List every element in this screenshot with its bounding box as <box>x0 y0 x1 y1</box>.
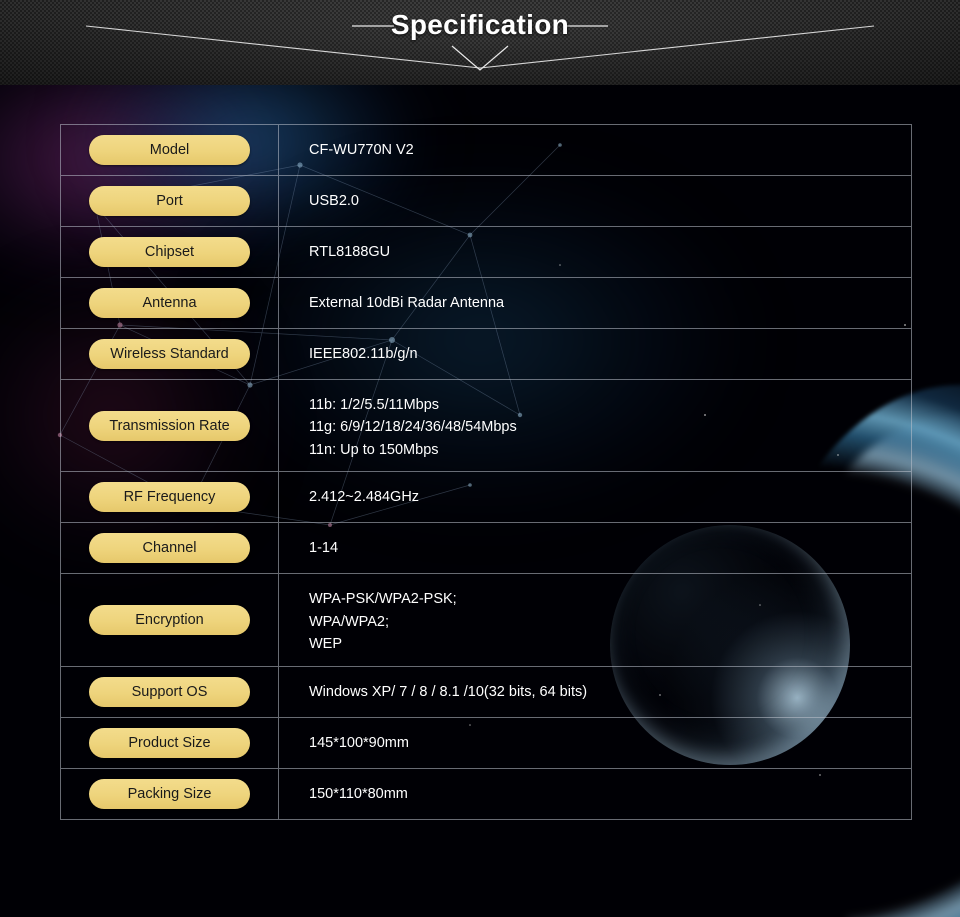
spec-label-cell: Encryption <box>61 574 279 665</box>
spec-label-pill: Encryption <box>89 605 250 635</box>
spec-label-cell: Support OS <box>61 667 279 717</box>
spec-label-pill: Transmission Rate <box>89 411 250 441</box>
spec-value-cell: RTL8188GU <box>279 227 911 277</box>
spec-value-cell: Windows XP/ 7 / 8 / 8.1 /10(32 bits, 64 … <box>279 667 911 717</box>
spec-label-pill: Channel <box>89 533 250 563</box>
table-row: Channel 1-14 <box>61 523 911 574</box>
header-banner: Specification <box>0 0 960 85</box>
spec-label-cell: Channel <box>61 523 279 573</box>
spec-label-cell: RF Frequency <box>61 472 279 522</box>
spec-label-cell: Chipset <box>61 227 279 277</box>
spec-label-pill: Product Size <box>89 728 250 758</box>
spec-value-cell: USB2.0 <box>279 176 911 226</box>
spec-value-cell: WPA-PSK/WPA2-PSK; WPA/WPA2; WEP <box>279 574 911 665</box>
spec-label-pill: Packing Size <box>89 779 250 809</box>
spec-label-pill: RF Frequency <box>89 482 250 512</box>
spec-label-cell: Model <box>61 125 279 175</box>
spec-value-cell: 2.412~2.484GHz <box>279 472 911 522</box>
specification-table: Model CF-WU770N V2 Port USB2.0 Chipset RTL818… <box>60 124 912 820</box>
spec-label-pill: Wireless Standard <box>89 339 250 369</box>
page-title: Specification <box>0 9 960 41</box>
specification-page: Specification <box>0 0 960 917</box>
table-row: Support OS Windows XP/ 7 / 8 / 8.1 /10(32… <box>61 667 911 718</box>
spec-label-cell: Wireless Standard <box>61 329 279 379</box>
spec-label-cell: Packing Size <box>61 769 279 819</box>
table-row: Wireless Standard IEEE802.11b/g/n <box>61 329 911 380</box>
table-row: Antenna External 10dBi Radar Antenna <box>61 278 911 329</box>
spec-value-cell: 11b: 1/2/5.5/11Mbps 11g: 6/9/12/18/24/36… <box>279 380 911 471</box>
table-row: Port USB2.0 <box>61 176 911 227</box>
spec-value-cell: 150*110*80mm <box>279 769 911 819</box>
spec-label-pill: Chipset <box>89 237 250 267</box>
table-row: Encryption WPA-PSK/WPA2-PSK; WPA/WPA2; WE… <box>61 574 911 666</box>
spec-label-pill: Antenna <box>89 288 250 318</box>
spec-value-cell: CF-WU770N V2 <box>279 125 911 175</box>
spec-value-cell: External 10dBi Radar Antenna <box>279 278 911 328</box>
spec-value-cell: IEEE802.11b/g/n <box>279 329 911 379</box>
spec-label-cell: Antenna <box>61 278 279 328</box>
table-row: Product Size 145*100*90mm <box>61 718 911 769</box>
spec-label-pill: Support OS <box>89 677 250 707</box>
spec-label-pill: Port <box>89 186 250 216</box>
spec-label-cell: Transmission Rate <box>61 380 279 471</box>
spec-label-pill: Model <box>89 135 250 165</box>
table-row: Model CF-WU770N V2 <box>61 125 911 176</box>
spec-label-cell: Port <box>61 176 279 226</box>
table-row: Chipset RTL8188GU <box>61 227 911 278</box>
spec-value-cell: 145*100*90mm <box>279 718 911 768</box>
spec-label-cell: Product Size <box>61 718 279 768</box>
table-row: Transmission Rate 11b: 1/2/5.5/11Mbps 11g… <box>61 380 911 472</box>
table-row: RF Frequency 2.412~2.484GHz <box>61 472 911 523</box>
spec-value-cell: 1-14 <box>279 523 911 573</box>
table-row: Packing Size 150*110*80mm <box>61 769 911 819</box>
